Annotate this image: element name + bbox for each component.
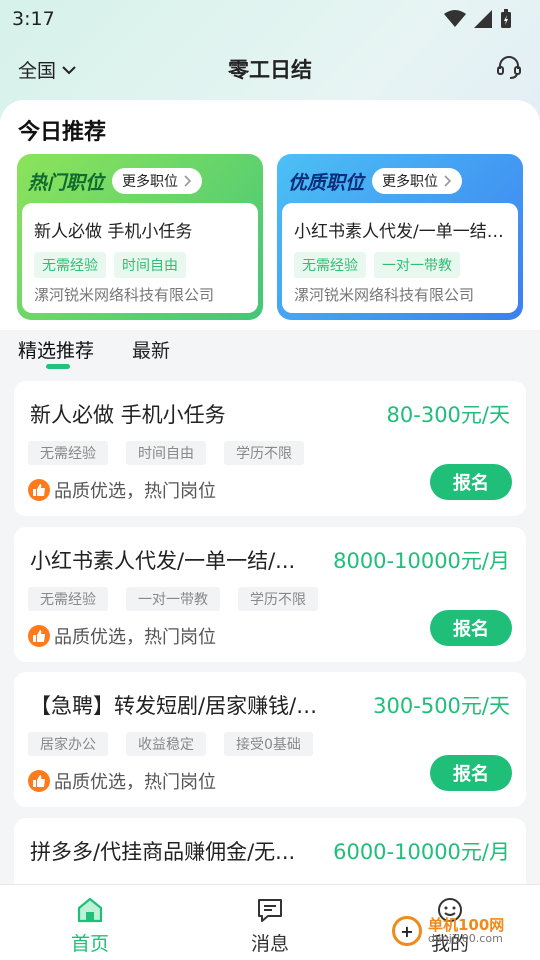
job-salary: 8000-10000元/月 [333,549,510,573]
region-selector[interactable]: 全国 [18,56,76,83]
promo-tag: 无需经验 [34,252,106,278]
more-jobs-label: 更多职位 [122,174,179,190]
message-icon [258,899,282,922]
promo-job-card[interactable]: 小红书素人代发/一单一结/... 无需经验 一对一带教 漯河锐米网络科技有限公司 [282,203,518,313]
job-quality-text: 品质优选，热门岗位 [54,772,216,793]
promo-heading: 热门职位 [28,171,105,194]
promo-job-title: 小红书素人代发/一单一结/... [294,222,506,242]
job-tag: 居家办公 [28,732,108,756]
apply-button[interactable]: 报名 [430,755,512,791]
job-title: 新人必做 手机小任务 [30,403,226,427]
more-jobs-label: 更多职位 [382,174,439,190]
top-bar: 全国 零工日结 [0,46,540,92]
chevron-down-icon [62,65,76,74]
job-title: 小红书素人代发/一单一结/... [30,549,296,573]
watermark-logo: + 单机100网 danji100.com [392,916,504,946]
thumbs-up-icon [28,625,50,647]
more-jobs-button[interactable]: 更多职位 [112,168,203,194]
wifi-icon [444,10,466,27]
apply-button[interactable]: 报名 [430,610,512,646]
job-quality: 品质优选，热门岗位 [28,477,216,503]
quality-jobs-card[interactable]: 优质职位 更多职位 小红书素人代发/一单一结/... 无需经验 一对一带教 漯河… [277,154,523,320]
job-quality-text: 品质优选，热门岗位 [54,481,216,502]
chevron-right-icon [184,175,192,187]
nav-home-label: 首页 [70,933,109,955]
promo-header: 优质职位 更多职位 [282,159,518,203]
chevron-right-icon [444,175,452,187]
customer-service-button[interactable] [496,54,522,84]
job-tags: 无需经验 一对一带教 学历不限 [28,587,318,611]
promo-heading: 优质职位 [288,171,365,194]
watermark-line2: danji100.com [428,932,503,946]
section-title: 今日推荐 [18,120,107,145]
promo-tag: 无需经验 [294,252,366,278]
status-icons [444,9,512,29]
job-card[interactable]: 【急聘】转发短剧/居家赚钱/日结 300-500元/天 居家办公 收益稳定 接受… [14,672,526,807]
apply-button[interactable]: 报名 [430,464,512,500]
headset-icon [497,56,521,79]
job-tag: 时间自由 [126,441,206,465]
watermark-icon: + [392,916,422,946]
status-bar: 3:17 [0,0,540,38]
job-salary: 300-500元/天 [373,694,510,718]
nav-home[interactable]: 首页 [0,885,180,960]
home-icon [77,897,103,923]
job-tags: 无需经验 时间自由 学历不限 [28,441,304,465]
thumbs-up-icon [28,770,50,792]
job-salary: 80-300元/天 [386,403,510,427]
promo-header: 热门职位 更多职位 [22,159,258,203]
watermark-line1: 单机100网 [428,915,505,934]
job-tag: 一对一带教 [126,587,220,611]
status-time: 3:17 [12,8,55,30]
tab-latest[interactable]: 最新 [132,336,170,363]
hot-jobs-card[interactable]: 热门职位 更多职位 新人必做 手机小任务 无需经验 时间自由 漯河锐米网络科技有… [17,154,263,320]
recommend-section: 今日推荐 热门职位 更多职位 新人必做 手机小任务 无需经验 时间自由 漯河锐米… [0,100,540,330]
job-card[interactable]: 小红书素人代发/一单一结/... 8000-10000元/月 无需经验 一对一带… [14,527,526,662]
promo-tags: 无需经验 一对一带教 [294,252,506,278]
promo-tag: 一对一带教 [374,252,460,278]
job-tag: 无需经验 [28,441,108,465]
job-tag: 收益稳定 [126,732,206,756]
tab-indicator [46,364,70,369]
job-tag: 学历不限 [224,441,304,465]
promo-tags: 无需经验 时间自由 [34,252,246,278]
job-quality: 品质优选，热门岗位 [28,768,216,794]
promo-job-title: 新人必做 手机小任务 [34,222,193,242]
job-tag: 接受0基础 [224,732,313,756]
signal-icon [474,10,492,28]
job-quality: 品质优选，热门岗位 [28,623,216,649]
job-title: 拼多多/代挂商品赚佣金/无... [30,840,296,864]
watermark-text: 单机100网 danji100.com [428,917,504,946]
promo-tag: 时间自由 [114,252,186,278]
job-card[interactable]: 新人必做 手机小任务 80-300元/天 无需经验 时间自由 学历不限 品质优选… [14,381,526,516]
job-quality-text: 品质优选，热门岗位 [54,627,216,648]
job-tabs: 精选推荐 最新 [0,328,540,374]
battery-icon [501,9,511,28]
more-jobs-button[interactable]: 更多职位 [372,168,463,194]
promo-company: 漯河锐米网络科技有限公司 [34,286,215,304]
page-title: 零工日结 [228,58,312,82]
job-salary: 6000-10000元/月 [333,840,510,864]
job-tags: 居家办公 收益稳定 接受0基础 [28,732,313,756]
tab-featured[interactable]: 精选推荐 [18,336,94,363]
job-tag: 学历不限 [238,587,318,611]
nav-messages[interactable]: 消息 [180,885,360,960]
job-title: 【急聘】转发短剧/居家赚钱/日结 [30,694,320,718]
job-tag: 无需经验 [28,587,108,611]
thumbs-up-icon [28,479,50,501]
promo-job-card[interactable]: 新人必做 手机小任务 无需经验 时间自由 漯河锐米网络科技有限公司 [22,203,258,313]
promo-company: 漯河锐米网络科技有限公司 [294,286,475,304]
nav-messages-label: 消息 [250,933,289,955]
region-label: 全国 [18,60,57,82]
